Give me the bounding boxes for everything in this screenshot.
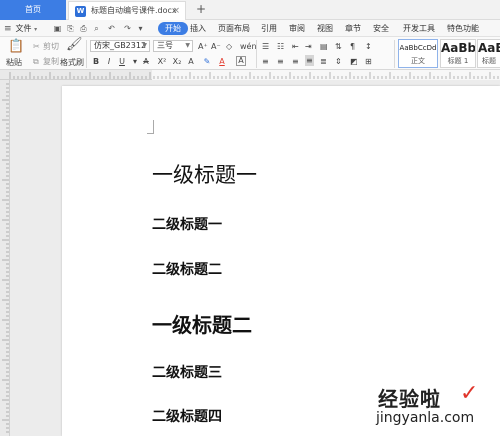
style-normal-label: 正文: [411, 57, 425, 65]
line-spacing-menu-icon[interactable]: ⇕: [335, 56, 342, 67]
menu-item-references[interactable]: 引用: [261, 20, 277, 37]
menu-item-page-layout[interactable]: 页面布局: [218, 20, 250, 37]
heading-level-2[interactable]: 二级标题二: [152, 259, 222, 279]
text-effect-icon[interactable]: A: [186, 56, 196, 67]
menu-item-developer-tools[interactable]: 开发工具: [403, 20, 435, 37]
file-menu-label: 文件: [15, 24, 32, 33]
menu-item-view[interactable]: 视图: [317, 20, 333, 37]
font-color-icon[interactable]: A: [217, 56, 227, 67]
increase-font-icon[interactable]: A⁺: [198, 41, 208, 52]
ribbon-divider: [256, 40, 257, 68]
cut-button[interactable]: 剪切: [43, 41, 59, 52]
char-border-icon[interactable]: A: [236, 56, 246, 66]
style-title-sample: AaB: [478, 41, 500, 55]
strikethrough-icon[interactable]: A: [141, 56, 151, 67]
print-icon[interactable]: ⎙: [78, 23, 89, 34]
heading-level-2[interactable]: 二级标题三: [152, 362, 222, 382]
checkmark-icon: ✓: [460, 381, 479, 406]
tab-document-label: 标题自动编号课件.docx: [91, 6, 177, 15]
chevron-down-icon: ▼: [142, 42, 147, 49]
indent-icon[interactable]: ⇥: [305, 41, 312, 52]
style-title-label: 标题: [482, 57, 496, 65]
paste-icon[interactable]: 📋: [8, 40, 24, 53]
cut-icon[interactable]: ✂: [33, 41, 40, 52]
chevron-down-icon: ▼: [185, 42, 190, 49]
italic-icon[interactable]: I: [104, 56, 114, 67]
distributed-icon[interactable]: ≣: [320, 56, 327, 67]
chevron-down-icon[interactable]: ▾: [130, 56, 140, 67]
font-size-select[interactable]: 三号 ▼: [153, 40, 193, 52]
ribbon-divider: [394, 40, 395, 68]
copy-button[interactable]: 复制: [43, 56, 59, 67]
style-heading-1-sample: AaBb: [441, 41, 476, 55]
align-left-icon[interactable]: ≡: [262, 56, 269, 67]
format-painter-icon[interactable]: 🖌: [66, 38, 83, 51]
pinyin-guide-icon[interactable]: wén: [240, 41, 257, 52]
shading-icon[interactable]: ◩: [350, 56, 358, 67]
style-normal[interactable]: AaBbCcDd 正文: [398, 39, 438, 68]
redo-icon[interactable]: ↷: [122, 23, 133, 34]
file-menu[interactable]: ≡ 文件 ▾: [4, 20, 37, 37]
show-hide-marks-icon[interactable]: ¶: [350, 41, 355, 52]
vertical-ruler[interactable]: [0, 80, 10, 436]
line-spacing-icon[interactable]: ↕: [365, 41, 372, 52]
margin-corner-mark: [147, 120, 154, 134]
style-heading-1-label: 标题 1: [447, 57, 469, 65]
align-right-icon[interactable]: ≡: [292, 56, 299, 67]
heading-level-2[interactable]: 二级标题四: [152, 406, 222, 426]
font-name-select[interactable]: 仿宋_GB2312 ▼: [90, 40, 150, 52]
font-size-value: 三号: [157, 41, 173, 50]
save-icon[interactable]: ▣: [52, 23, 63, 34]
title-tab-bar: 首页 W 标题自动编号课件.docx × +: [0, 0, 500, 20]
heading-level-1[interactable]: 一级标题二: [152, 309, 252, 338]
menu-item-review[interactable]: 审阅: [289, 20, 305, 37]
menu-item-special-features[interactable]: 特色功能: [447, 20, 479, 37]
superscript-icon[interactable]: X²: [157, 56, 167, 67]
horizontal-ruler[interactable]: [0, 70, 500, 80]
watermark-url: jingyanla.com: [376, 410, 475, 426]
clear-format-icon[interactable]: ◇: [226, 41, 232, 52]
watermark: 经验啦 ✓ jingyanla.com: [358, 381, 498, 433]
menu-item-chapter[interactable]: 章节: [345, 20, 361, 37]
bullet-list-icon[interactable]: ☰: [262, 41, 269, 52]
heading-level-1[interactable]: 一级标题一: [152, 159, 257, 189]
justify-icon[interactable]: ≡: [305, 55, 314, 66]
heading-level-2[interactable]: 二级标题一: [152, 214, 222, 234]
more-icon[interactable]: ▾: [135, 23, 146, 34]
close-icon[interactable]: ×: [172, 2, 180, 20]
sort-icon[interactable]: ⇅: [335, 41, 342, 52]
menu-item-insert[interactable]: 插入: [190, 20, 206, 37]
ribbon-divider: [86, 40, 87, 68]
style-title[interactable]: AaB 标题: [477, 39, 500, 68]
highlight-icon[interactable]: ✎: [202, 56, 212, 67]
underline-icon[interactable]: U: [117, 56, 127, 67]
new-tab-button[interactable]: +: [194, 0, 208, 20]
numbered-list-icon[interactable]: ☷: [277, 41, 284, 52]
watermark-text: 经验啦: [378, 387, 441, 411]
copy-icon[interactable]: ⧉: [33, 56, 39, 67]
menu-item-start[interactable]: 开始: [158, 22, 188, 35]
font-name-value: 仿宋_GB2312: [94, 41, 147, 50]
undo-icon[interactable]: ↶: [106, 23, 117, 34]
bold-icon[interactable]: B: [91, 56, 101, 67]
decrease-font-icon[interactable]: A⁻: [211, 41, 221, 52]
menu-bar: ≡ 文件 ▾ ▣ ⎘ ⎙ ⌕ ↶ ↷ ▾ 开始 插入 页面布局 引用 审阅 视图…: [0, 20, 500, 37]
paste-button[interactable]: 粘贴: [6, 57, 22, 68]
style-heading-1[interactable]: AaBb 标题 1: [440, 39, 476, 68]
chinese-layout-icon[interactable]: ▤: [320, 41, 328, 52]
border-icon[interactable]: ⊞: [365, 56, 372, 67]
subscript-icon[interactable]: X₂: [172, 56, 182, 67]
align-center-icon[interactable]: ≡: [277, 56, 284, 67]
print-preview-icon[interactable]: ⌕: [91, 23, 102, 34]
format-painter-button[interactable]: 格式刷: [60, 57, 84, 68]
hamburger-icon: ≡: [4, 24, 12, 34]
chevron-down-icon: ▾: [34, 26, 38, 33]
style-normal-sample: AaBbCcDd: [399, 44, 437, 52]
menu-item-security[interactable]: 安全: [373, 20, 389, 37]
tab-document[interactable]: W 标题自动编号课件.docx ×: [68, 1, 186, 20]
export-pdf-icon[interactable]: ⎘: [65, 23, 76, 34]
tab-home[interactable]: 首页: [0, 0, 66, 20]
word-doc-icon: W: [75, 6, 86, 17]
outdent-icon[interactable]: ⇤: [292, 41, 299, 52]
